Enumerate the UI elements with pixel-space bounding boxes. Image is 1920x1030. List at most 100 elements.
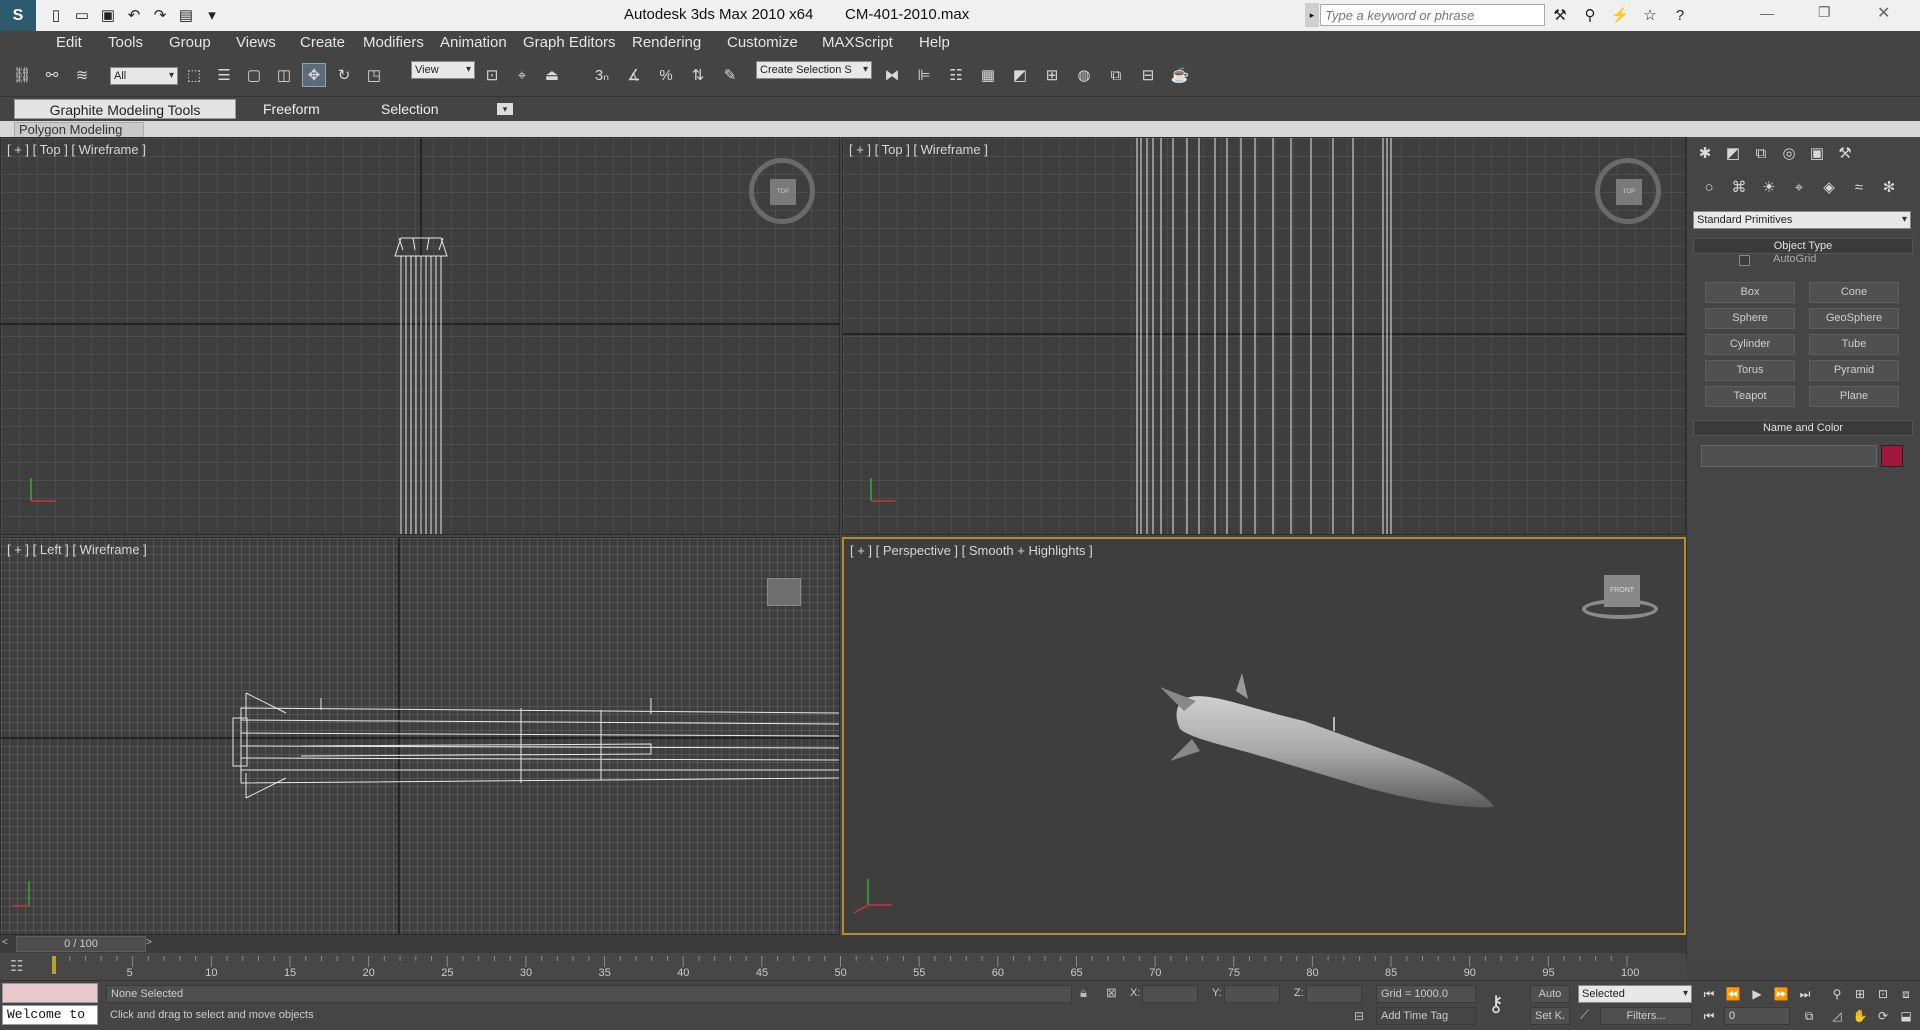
orbit-icon[interactable]: ⟳ [1872,1007,1894,1025]
time-slider-prev-icon[interactable]: < [2,937,16,948]
favorites-star-icon[interactable]: ☆ [1638,3,1662,27]
select-and-rotate-icon[interactable]: ↻ [332,63,356,87]
spinner-snap-icon[interactable]: ⇅ [686,63,710,87]
zoom-extents-all-icon[interactable]: ⧈ [1895,985,1917,1003]
lights-icon[interactable]: ☀ [1757,175,1781,199]
infocenter-icon[interactable]: ⚒ [1548,3,1572,27]
select-and-link-icon[interactable]: ⛓ [10,63,34,87]
viewcube-perspective[interactable]: FRONT [1582,575,1658,621]
viewport-bottom-left[interactable]: [ + ] [ Left ] [ Wireframe ] [0,537,840,935]
time-slider-thumb[interactable]: 0 / 100 [16,936,146,952]
shapes-icon[interactable]: ⌘ [1727,175,1751,199]
window-crossing-icon[interactable]: ◫ [272,63,296,87]
search-input[interactable] [1320,4,1545,26]
keyboard-shortcut-override-icon[interactable]: ⏏ [540,63,564,87]
subtab-polygon-modeling[interactable]: Polygon Modeling [14,122,144,137]
tab-freeform[interactable]: Freeform [263,101,320,117]
menu-customize[interactable]: Customize [727,34,798,51]
search-expand-icon[interactable]: ▸ [1305,3,1319,27]
box-button[interactable]: Box [1705,282,1795,303]
helpers-icon[interactable]: ◈ [1817,175,1841,199]
percent-snap-icon[interactable]: % [654,63,678,87]
undo-icon[interactable]: ↶ [122,3,146,27]
plane-button[interactable]: Plane [1809,386,1899,407]
viewport-label[interactable]: [ + ] [ Perspective ] [ Smooth + Highlig… [850,543,1093,558]
key-filter-dropdown[interactable]: Selected [1578,985,1692,1003]
x-coordinate-field[interactable] [1142,985,1198,1003]
lock-selection-icon[interactable]: 🔒︎ [1080,985,1087,1001]
app-logo-icon[interactable]: S [0,0,36,31]
ribbon-options-icon[interactable]: ▾ [497,103,513,115]
create-tab-icon[interactable]: ✱ [1693,141,1717,165]
rectangular-selection-icon[interactable]: ▢ [242,63,266,87]
time-tag-icon[interactable]: ⊟ [1354,1009,1364,1023]
subscription-icon[interactable]: ⚲ [1578,3,1602,27]
edit-named-selection-icon[interactable]: ✎ [718,63,742,87]
key-tangent-icon[interactable]: ⟋ [1580,1007,1589,1023]
quick-access-dropdown-icon[interactable]: ▾ [200,3,224,27]
maxscript-listener-pink[interactable] [2,983,98,1003]
project-folder-icon[interactable]: ▤ [174,3,198,27]
select-and-move-icon[interactable]: ✥ [302,63,326,87]
select-object-icon[interactable]: ⬚ [182,63,206,87]
go-to-start-icon[interactable]: ⏮ [1698,985,1720,1003]
go-to-end-icon[interactable]: ⏭ [1794,985,1816,1003]
angle-snap-icon[interactable]: ∡ [622,63,646,87]
set-key-button[interactable]: Set K. [1530,1007,1570,1025]
hierarchy-tab-icon[interactable]: ⧉ [1749,141,1773,165]
tube-button[interactable]: Tube [1809,334,1899,355]
systems-icon[interactable]: ✻ [1877,175,1901,199]
object-name-field[interactable] [1701,445,1877,467]
reference-coordinate-dropdown[interactable]: View [411,61,475,79]
autogrid-checkbox[interactable] [1739,255,1750,266]
sphere-button[interactable]: Sphere [1705,308,1795,329]
y-coordinate-field[interactable] [1224,985,1280,1003]
z-coordinate-field[interactable] [1306,985,1362,1003]
menu-modifiers[interactable]: Modifiers [363,34,424,51]
set-key-icon[interactable]: ⚷ [1488,991,1504,1017]
primitive-category-dropdown[interactable]: Standard Primitives [1693,211,1911,229]
bind-space-warp-icon[interactable]: ≋ [70,63,94,87]
cameras-icon[interactable]: ⌖ [1787,175,1811,199]
menu-group[interactable]: Group [169,34,211,51]
add-time-tag[interactable]: Add Time Tag [1376,1007,1476,1025]
track-bar[interactable]: ☷ 5 10 15 20 25 30 35 40 45 50 55 60 65 70 75 80 85 90 95 1… [0,953,1686,983]
communication-icon[interactable]: ⚡ [1608,3,1632,27]
menu-graph-editors[interactable]: Graph Editors [523,34,616,51]
current-frame-field[interactable] [1724,1007,1790,1025]
render-production-icon[interactable]: ☕ [1168,63,1192,87]
torus-button[interactable]: Torus [1705,360,1795,381]
play-icon[interactable]: ▶ [1746,985,1768,1003]
menu-create[interactable]: Create [300,34,345,51]
viewcube-left[interactable] [767,578,801,606]
curve-editor-icon[interactable]: ◩ [1008,63,1032,87]
viewcube-face[interactable]: FRONT [1604,575,1640,607]
minimize-icon[interactable]: — [1760,5,1780,21]
snaps-toggle-icon[interactable]: 3ₙ [590,63,614,87]
viewcube-face[interactable]: TOP [770,179,796,205]
material-editor-icon[interactable]: ◍ [1072,63,1096,87]
menu-maxscript[interactable]: MAXScript [822,34,893,51]
menu-tools[interactable]: Tools [108,34,143,51]
time-configuration-icon[interactable]: ⧉ [1798,1007,1820,1025]
geometry-icon[interactable]: ○ [1697,175,1721,199]
space-warps-icon[interactable]: ≈ [1847,175,1871,199]
menu-animation[interactable]: Animation [440,34,507,51]
menu-edit[interactable]: Edit [56,34,82,51]
absolute-mode-icon[interactable]: ⊠ [1106,985,1117,1001]
select-manipulate-icon[interactable]: ⌖ [510,63,534,87]
layer-manager-icon[interactable]: ☷ [944,63,968,87]
cylinder-button[interactable]: Cylinder [1705,334,1795,355]
time-slider-next-icon[interactable]: > [146,937,160,948]
menu-rendering[interactable]: Rendering [632,34,701,51]
viewport-label[interactable]: [ + ] [ Top ] [ Wireframe ] [7,142,146,157]
viewport-label[interactable]: [ + ] [ Top ] [ Wireframe ] [849,142,988,157]
save-icon[interactable]: ▣ [96,3,120,27]
name-and-color-rollout[interactable]: Name and Color [1693,420,1913,436]
maximize-viewport-icon[interactable]: ⬓ [1895,1007,1917,1025]
key-filters-button[interactable]: Filters... [1600,1007,1692,1025]
restore-icon[interactable]: ❐ [1818,4,1838,21]
tab-graphite-modeling-tools[interactable]: Graphite Modeling Tools [14,99,236,119]
menu-views[interactable]: Views [236,34,276,51]
viewport-perspective[interactable]: [ + ] [ Perspective ] [ Smooth + Highlig… [842,537,1686,935]
